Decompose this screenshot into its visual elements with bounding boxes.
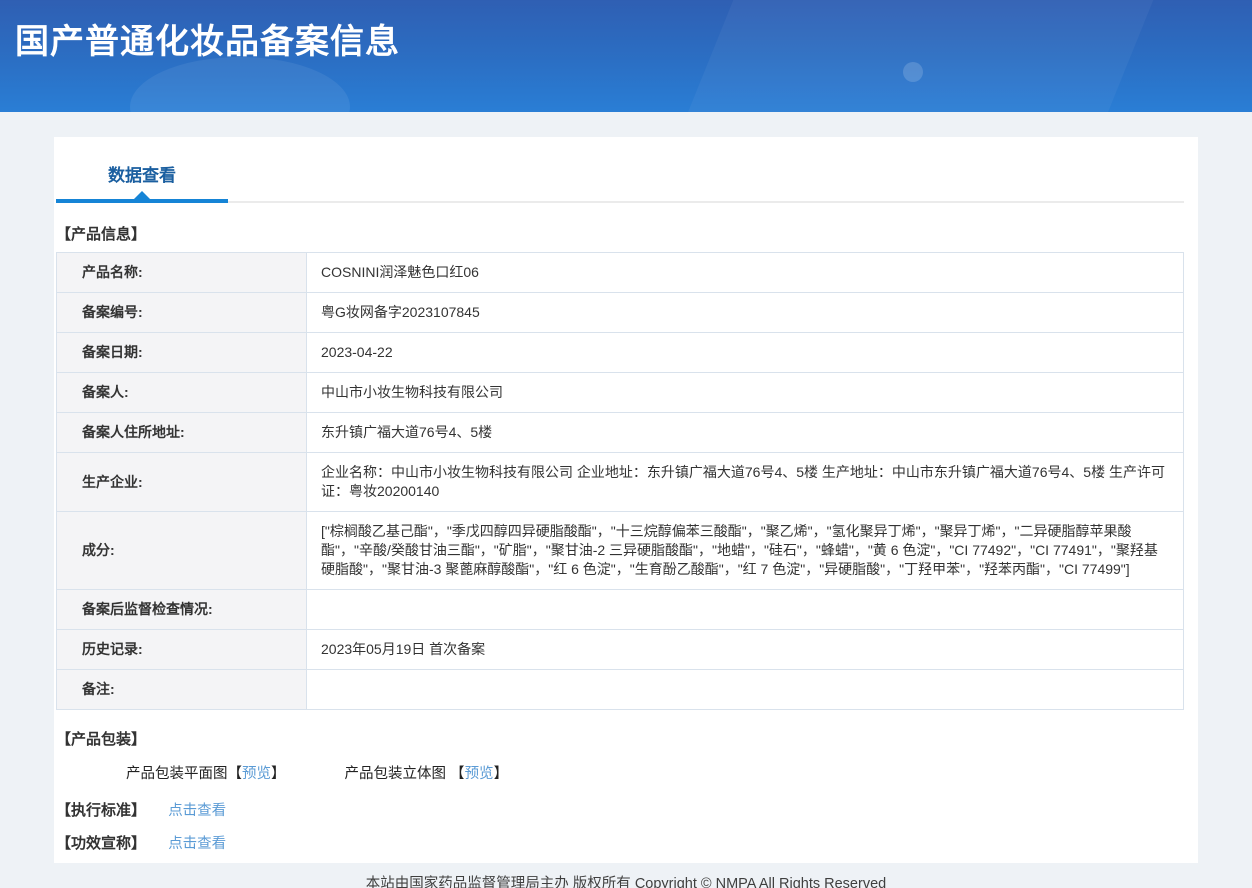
packaging-links-row: 产品包装平面图【预览】 产品包装立体图 【预览】: [126, 762, 1184, 783]
packaging-stereo-label-close: 】: [493, 766, 509, 782]
exec-standard-link[interactable]: 点击查看: [168, 803, 226, 819]
packaging-stereo-preview-link[interactable]: 预览: [465, 766, 494, 782]
row-label: 备案后监督检查情况:: [56, 589, 307, 630]
banner-decoration: [130, 57, 350, 112]
table-row: 备案人住所地址: 东升镇广福大道76号4、5楼: [56, 412, 1184, 453]
table-row: 产品名称: COSNINI润泽魅色口红06: [56, 252, 1184, 293]
section-title-product-info: 【产品信息】: [56, 226, 147, 243]
section-title-efficacy-claim: 【功效宣称】: [56, 835, 147, 852]
row-label: 备注:: [56, 669, 307, 710]
row-label: 备案编号:: [56, 292, 307, 333]
product-info-table: 产品名称: COSNINI润泽魅色口红06 备案编号: 粤G妆网备字202310…: [56, 252, 1184, 710]
efficacy-claim-row: 【功效宣称】 点击查看: [56, 832, 1184, 853]
tab-data-view-label: 数据查看: [108, 166, 176, 185]
packaging-stereo-item: 产品包装立体图 【预览】: [345, 766, 509, 782]
row-label: 生产企业:: [56, 452, 307, 512]
section-title-exec-standard: 【执行标准】: [56, 802, 147, 819]
table-row: 备注:: [56, 669, 1184, 710]
table-row: 生产企业: 企业名称：中山市小妆生物科技有限公司 企业地址：东升镇广福大道76号…: [56, 452, 1184, 512]
tab-data-view[interactable]: 数据查看: [56, 161, 228, 203]
row-value: [306, 669, 1184, 710]
row-value: 东升镇广福大道76号4、5楼: [306, 412, 1184, 453]
packaging-flat-item: 产品包装平面图【预览】: [126, 766, 290, 782]
active-tab-underline: [56, 199, 228, 203]
footer: 本站由国家药品监督管理局主办 版权所有 Copyright © NMPA All…: [0, 863, 1252, 888]
content-card: 数据查看 【产品信息】 产品名称: COSNINI润泽魅色口红06 备案编号: …: [54, 137, 1198, 863]
row-value-ingredients: ["棕榈酸乙基己酯"，"季戊四醇四异硬脂酸酯"，"十三烷醇偏苯三酸酯"，"聚乙烯…: [306, 511, 1184, 590]
table-row: 备案编号: 粤G妆网备字2023107845: [56, 292, 1184, 333]
row-label: 产品名称:: [56, 252, 307, 293]
row-label: 备案日期:: [56, 332, 307, 373]
table-row: 历史记录: 2023年05月19日 首次备案: [56, 629, 1184, 670]
table-row: 成分: ["棕榈酸乙基己酯"，"季戊四醇四异硬脂酸酯"，"十三烷醇偏苯三酸酯"，…: [56, 511, 1184, 590]
packaging-flat-label-close: 】: [271, 766, 286, 782]
row-label: 历史记录:: [56, 629, 307, 670]
row-label: 备案人:: [56, 372, 307, 413]
footer-copyright-text: 本站由国家药品监督管理局主办 版权所有 Copyright © NMPA All…: [365, 876, 887, 888]
row-label: 备案人住所地址:: [56, 412, 307, 453]
row-value: COSNINI润泽魅色口红06: [306, 252, 1184, 293]
table-row: 备案后监督检查情况:: [56, 589, 1184, 630]
banner-decoration: [903, 62, 923, 82]
row-label: 成分:: [56, 511, 307, 590]
packaging-stereo-label: 产品包装立体图 【: [344, 766, 465, 782]
row-value: 2023年05月19日 首次备案: [306, 629, 1184, 670]
row-value: 中山市小妆生物科技有限公司: [306, 372, 1184, 413]
row-value: 粤G妆网备字2023107845: [306, 292, 1184, 333]
row-value: 2023-04-22: [306, 332, 1184, 373]
active-tab-arrow-icon: [134, 191, 150, 199]
exec-standard-row: 【执行标准】 点击查看: [56, 799, 1184, 820]
header-banner: 国产普通化妆品备案信息: [0, 0, 1252, 112]
row-value: [306, 589, 1184, 630]
section-title-product-package: 【产品包装】: [56, 731, 147, 748]
row-value: 企业名称：中山市小妆生物科技有限公司 企业地址：东升镇广福大道76号4、5楼 生…: [306, 452, 1184, 512]
tab-bar: 数据查看: [56, 137, 1184, 203]
table-row: 备案日期: 2023-04-22: [56, 332, 1184, 373]
page-title: 国产普通化妆品备案信息: [15, 23, 400, 61]
packaging-flat-label: 产品包装平面图【: [126, 766, 242, 782]
packaging-flat-preview-link[interactable]: 预览: [242, 766, 271, 782]
table-row: 备案人: 中山市小妆生物科技有限公司: [56, 372, 1184, 413]
efficacy-claim-link[interactable]: 点击查看: [168, 836, 226, 852]
